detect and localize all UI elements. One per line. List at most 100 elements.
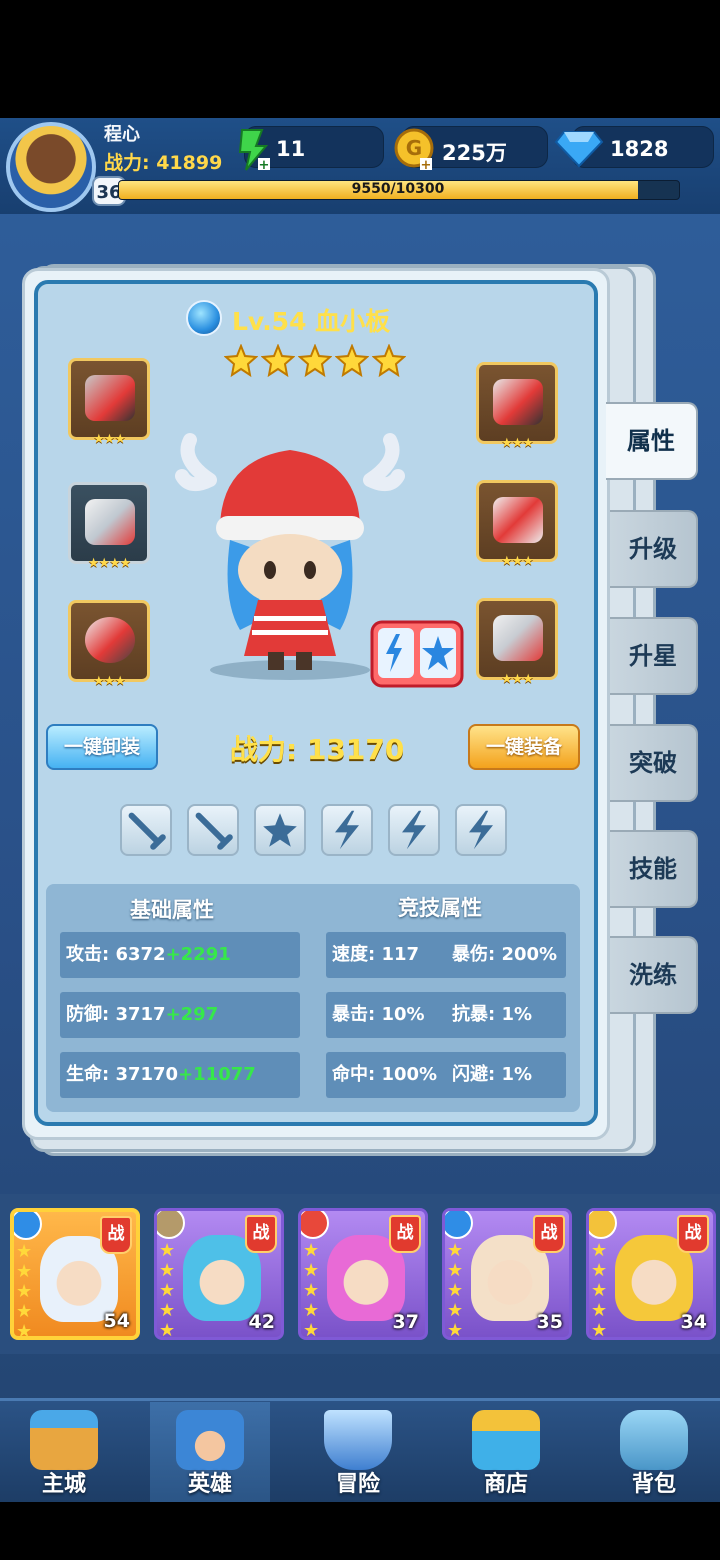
equip-slot-helmet-right[interactable]: ★★★ — [476, 362, 558, 451]
tab-star-up[interactable]: 升星 — [610, 617, 698, 695]
equip-all-button[interactable]: 一键装备 — [468, 724, 580, 770]
equip-stars: ★★★★ — [87, 556, 132, 571]
backpack-icon — [620, 1410, 688, 1470]
stat-hit: 命中: 100% — [332, 1064, 438, 1085]
stat-dodge: 闪避: 1% — [452, 1064, 533, 1085]
shop-basket-icon — [472, 1410, 540, 1470]
stat-hp-bonus: +11077 — [178, 1064, 256, 1085]
water-element-icon — [14, 1212, 42, 1240]
stat-crit: 暴击: 10% — [332, 1004, 425, 1025]
equip-stars: ★★★ — [501, 672, 534, 687]
hero-card[interactable]: ★ ★ ★ ★ ★ 战 42 — [154, 1208, 284, 1340]
lightning-icon — [335, 810, 359, 850]
nav-label: 英雄 — [187, 1472, 232, 1497]
gold-plus-icon[interactable]: G + — [394, 128, 436, 172]
equip-slot-ring[interactable]: ★★★ — [68, 600, 150, 689]
stat-crit-resist: 抗暴: 1% — [452, 1004, 533, 1025]
svg-text:G: G — [406, 136, 422, 160]
tab-upgrade[interactable]: 升级 — [610, 510, 698, 588]
skill-slot[interactable] — [254, 804, 306, 856]
nav-backpack[interactable]: 背包 — [594, 1402, 714, 1502]
lightning-icon — [402, 810, 426, 850]
hero-card-stars: ★ ★ ★ ★ ★ — [159, 1240, 176, 1340]
light-element-icon — [589, 1211, 617, 1239]
equip-slot-gauntlet[interactable]: ★★★★ — [68, 482, 150, 571]
hero-card-level: 35 — [536, 1311, 563, 1333]
hero-card[interactable]: ★ ★ ★ ★ ★ 战 37 — [298, 1208, 428, 1340]
unequip-all-button[interactable]: 一键卸装 — [46, 724, 158, 770]
tab-refine[interactable]: 洗练 — [610, 936, 698, 1014]
player-avatar[interactable] — [6, 122, 96, 212]
equip-slot-boots[interactable]: ★★★ — [476, 598, 558, 687]
hero-card-stars: ★ ★ ★ ★ ★ — [303, 1240, 320, 1340]
svg-text:+: + — [421, 158, 432, 172]
hero-card-stars: ★ ★ ★ ★ ★ — [591, 1240, 608, 1340]
equip-slot-armor[interactable]: ★★★ — [476, 480, 558, 569]
basic-stats-title: 基础属性 — [130, 898, 214, 922]
nav-adventure[interactable]: 冒险 — [298, 1402, 418, 1502]
skill-slot[interactable] — [455, 804, 507, 856]
hero-card[interactable]: ★ ★ ★ ★ ★ 战 35 — [442, 1208, 572, 1340]
svg-text:+: + — [259, 158, 270, 172]
skill-slot[interactable] — [120, 804, 172, 856]
stat-speed-row: 速度: 117 暴伤: 200% — [326, 932, 566, 978]
nav-label: 冒险 — [335, 1472, 380, 1497]
star-icon — [223, 343, 259, 378]
hero-power: 战力: 13170 — [230, 733, 405, 766]
hero-card-stars: ★ ★ ★ ★ ★ — [16, 1241, 33, 1340]
diamond-value: 1828 — [610, 137, 669, 161]
nav-label: 背包 — [631, 1472, 676, 1497]
tab-skills[interactable]: 技能 — [610, 830, 698, 908]
star-icon — [263, 813, 297, 847]
diamond-icon[interactable] — [554, 128, 604, 168]
battle-tag: 战 — [100, 1216, 132, 1254]
energy-plus-icon[interactable]: + — [236, 128, 272, 172]
armor-icon — [493, 497, 543, 543]
stat-hp: 生命: 37170+11077 — [60, 1052, 300, 1098]
hero-title: Lv.54 血小板 — [232, 307, 391, 336]
water-element-icon — [186, 300, 222, 336]
hero-stars — [223, 343, 409, 380]
shield-icon — [324, 1410, 392, 1470]
equip-stars: ★★★ — [501, 436, 534, 451]
sword-icon — [195, 812, 233, 850]
arena-stats-title: 竞技属性 — [398, 896, 482, 920]
equip-slot-helmet-left[interactable]: ★★★ — [68, 358, 150, 447]
battle-tag: 战 — [245, 1215, 277, 1253]
stat-attack-bonus: +2291 — [165, 944, 231, 965]
tab-attributes[interactable]: 属性 — [606, 402, 698, 480]
battle-tag: 战 — [389, 1215, 421, 1253]
gauntlet-icon — [85, 499, 135, 545]
hero-icon — [176, 1410, 244, 1470]
skill-slot[interactable] — [187, 804, 239, 856]
city-icon — [30, 1410, 98, 1470]
skill-slot[interactable] — [321, 804, 373, 856]
hero-card[interactable]: ★ ★ ★ ★ ★ 战 34 — [586, 1208, 716, 1340]
visor-helmet-icon — [493, 379, 543, 425]
skill-cube-icon — [370, 620, 464, 688]
lightning-icon — [469, 810, 493, 850]
stat-crit-dmg: 暴伤: 200% — [452, 944, 558, 965]
hero-card-level: 54 — [103, 1310, 130, 1332]
player-name: 程心 — [104, 124, 140, 145]
stat-defense-value: 防御: 3717 — [66, 1004, 166, 1025]
tab-breakthrough[interactable]: 突破 — [610, 724, 698, 802]
star-icon — [260, 343, 296, 378]
helmet-icon — [85, 375, 135, 421]
boots-icon — [493, 615, 543, 661]
battle-tag: 战 — [677, 1215, 709, 1253]
gold-value: 225万 — [442, 141, 507, 165]
hero-card-level: 34 — [680, 1311, 707, 1333]
stat-defense-bonus: +297 — [165, 1004, 219, 1025]
star-icon — [371, 343, 407, 378]
hero-card[interactable]: ★ ★ ★ ★ ★ 战 54 — [10, 1208, 140, 1340]
equip-stars: ★★★ — [501, 554, 534, 569]
nav-heroes[interactable]: 英雄 — [150, 1402, 270, 1502]
nav-main-city[interactable]: 主城 — [4, 1402, 124, 1502]
battle-tag: 战 — [533, 1215, 565, 1253]
stat-hit-row: 命中: 100% 闪避: 1% — [326, 1052, 566, 1098]
nav-shop[interactable]: 商店 — [446, 1402, 566, 1502]
stat-speed: 速度: 117 — [332, 944, 420, 965]
skill-slot[interactable] — [388, 804, 440, 856]
hero-card-stars: ★ ★ ★ ★ ★ — [447, 1240, 464, 1340]
